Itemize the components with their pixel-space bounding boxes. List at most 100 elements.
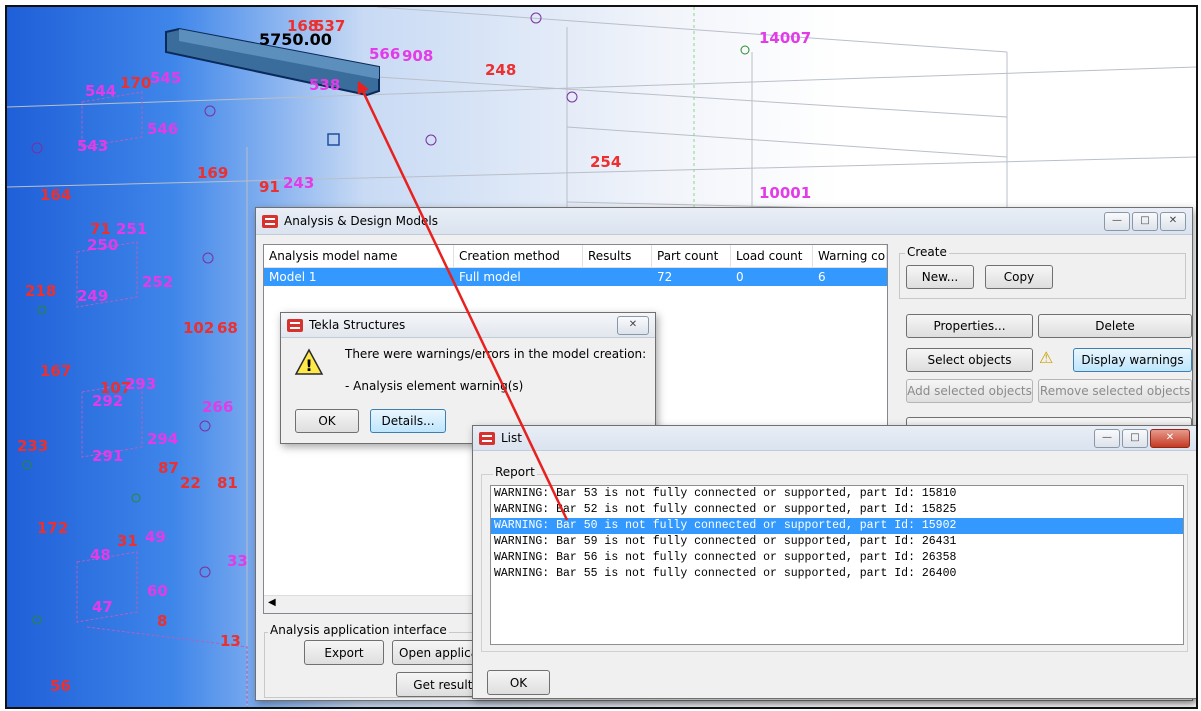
interface-group-label: Analysis application interface <box>268 623 449 637</box>
export-button[interactable]: Export <box>304 640 384 665</box>
model-label: 266 <box>202 398 234 416</box>
scroll-left-icon[interactable]: ◀ <box>268 597 276 608</box>
model-label: 87 <box>158 459 179 477</box>
close-icon[interactable]: ✕ <box>1160 212 1186 231</box>
model-label: 251 <box>116 220 148 238</box>
ok-button[interactable]: OK <box>487 670 550 695</box>
model-label: 31 <box>117 532 138 550</box>
load-count-cell: 0 <box>736 270 744 284</box>
model-label: 33 <box>227 552 248 570</box>
model-label: 250 <box>87 236 119 254</box>
creation-method-cell: Full model <box>459 270 521 284</box>
column-header[interactable]: Warning count <box>813 245 887 267</box>
delete-button[interactable]: Delete <box>1038 314 1192 338</box>
model-label: 249 <box>77 287 109 305</box>
model-name-cell: Model 1 <box>269 270 317 284</box>
ok-button[interactable]: OK <box>295 409 359 433</box>
dialog-titlebar[interactable]: Tekla Structures ✕ <box>281 313 655 338</box>
column-header[interactable]: Part count <box>652 245 731 267</box>
model-label: 47 <box>92 598 113 616</box>
model-label: 233 <box>17 437 49 455</box>
model-label: 81 <box>217 474 238 492</box>
close-icon[interactable]: ✕ <box>617 316 649 335</box>
warning-count-cell: 6 <box>818 270 826 284</box>
model-label: 293 <box>125 375 157 393</box>
model-label: 167 <box>40 362 72 380</box>
report-line[interactable]: WARNING: Bar 50 is not fully connected o… <box>491 518 1183 534</box>
table-row[interactable]: Model 1 Full model 72 0 6 <box>264 268 887 286</box>
model-label: 243 <box>283 174 315 192</box>
model-label: 543 <box>77 137 109 155</box>
screenshot-frame: 5750.00 168 537 566 908 248 14007 170 54… <box>5 5 1198 709</box>
tekla-logo-icon <box>287 318 303 332</box>
dialog-detail: - Analysis element warning(s) <box>345 379 524 393</box>
model-label: 537 <box>314 17 346 35</box>
model-label: 91 <box>259 178 280 196</box>
create-group-label: Create <box>905 245 949 259</box>
model-label: 545 <box>150 69 182 87</box>
model-label: 164 <box>40 186 72 204</box>
remove-selected-objects-button[interactable]: Remove selected objects <box>1038 379 1192 403</box>
new-button[interactable]: New... <box>906 265 974 289</box>
report-line[interactable]: WARNING: Bar 55 is not fully connected o… <box>491 566 1183 582</box>
model-label: 254 <box>590 153 622 171</box>
display-warnings-button[interactable]: Display warnings <box>1073 348 1192 372</box>
column-header[interactable]: Results <box>583 245 652 267</box>
part-count-cell: 72 <box>657 270 673 284</box>
close-icon[interactable]: ✕ <box>1150 429 1190 448</box>
copy-button[interactable]: Copy <box>985 265 1053 289</box>
model-label: 48 <box>90 546 111 564</box>
model-label: 170 <box>120 74 152 92</box>
model-label: 172 <box>37 519 69 537</box>
model-label: 252 <box>142 273 174 291</box>
model-label: 68 <box>217 319 238 337</box>
list-window-title: List <box>501 431 522 445</box>
select-objects-button[interactable]: Select objects <box>906 348 1033 372</box>
analysis-window-titlebar[interactable]: Analysis & Design Models — □ ✕ <box>256 208 1192 235</box>
model-label: 71 <box>90 220 111 238</box>
warning-icon: ! <box>294 348 324 375</box>
report-group-label: Report <box>493 465 537 479</box>
model-label: 908 <box>402 47 434 65</box>
tekla-logo-icon <box>479 431 495 445</box>
properties-button[interactable]: Properties... <box>906 314 1033 338</box>
model-label: 14007 <box>759 29 812 47</box>
list-window: List — □ ✕ Report WARNING: Bar 53 is not… <box>472 425 1196 699</box>
tekla-logo-icon <box>262 214 278 228</box>
model-label: 294 <box>147 430 179 448</box>
report-line[interactable]: WARNING: Bar 59 is not fully connected o… <box>491 534 1183 550</box>
add-selected-objects-button[interactable]: Add selected objects <box>906 379 1033 403</box>
model-label: 546 <box>147 120 179 138</box>
model-label: 291 <box>92 447 124 465</box>
report-line[interactable]: WARNING: Bar 56 is not fully connected o… <box>491 550 1183 566</box>
model-label: 169 <box>197 164 229 182</box>
warning-icon: ⚠ <box>1039 348 1054 367</box>
svg-text:!: ! <box>305 356 312 375</box>
minimize-icon[interactable]: — <box>1104 212 1130 231</box>
model-label: 49 <box>145 528 166 546</box>
model-label: 8 <box>157 612 168 630</box>
list-window-titlebar[interactable]: List — □ ✕ <box>473 426 1196 451</box>
report-line[interactable]: WARNING: Bar 52 is not fully connected o… <box>491 502 1183 518</box>
details-button[interactable]: Details... <box>370 409 446 433</box>
dialog-message: There were warnings/errors in the model … <box>345 347 647 361</box>
column-header[interactable]: Creation method <box>454 245 583 267</box>
dialog-title: Tekla Structures <box>309 318 406 332</box>
model-label: 102 <box>183 319 215 337</box>
model-label: 13 <box>220 632 241 650</box>
model-label: 544 <box>85 82 117 100</box>
window-title: Analysis & Design Models <box>284 214 438 228</box>
report-line[interactable]: WARNING: Bar 53 is not fully connected o… <box>491 486 1183 502</box>
model-label: 538 <box>309 76 341 94</box>
model-label: 218 <box>25 282 57 300</box>
maximize-icon[interactable]: □ <box>1132 212 1158 231</box>
maximize-icon[interactable]: □ <box>1122 429 1148 448</box>
column-header[interactable]: Load count <box>731 245 813 267</box>
results-cell <box>583 268 588 286</box>
column-header[interactable]: Analysis model name <box>264 245 454 267</box>
minimize-icon[interactable]: — <box>1094 429 1120 448</box>
model-label: 60 <box>147 582 168 600</box>
report-textbox[interactable]: WARNING: Bar 53 is not fully connected o… <box>490 485 1184 645</box>
model-label: 292 <box>92 392 124 410</box>
model-label: 56 <box>50 677 71 695</box>
